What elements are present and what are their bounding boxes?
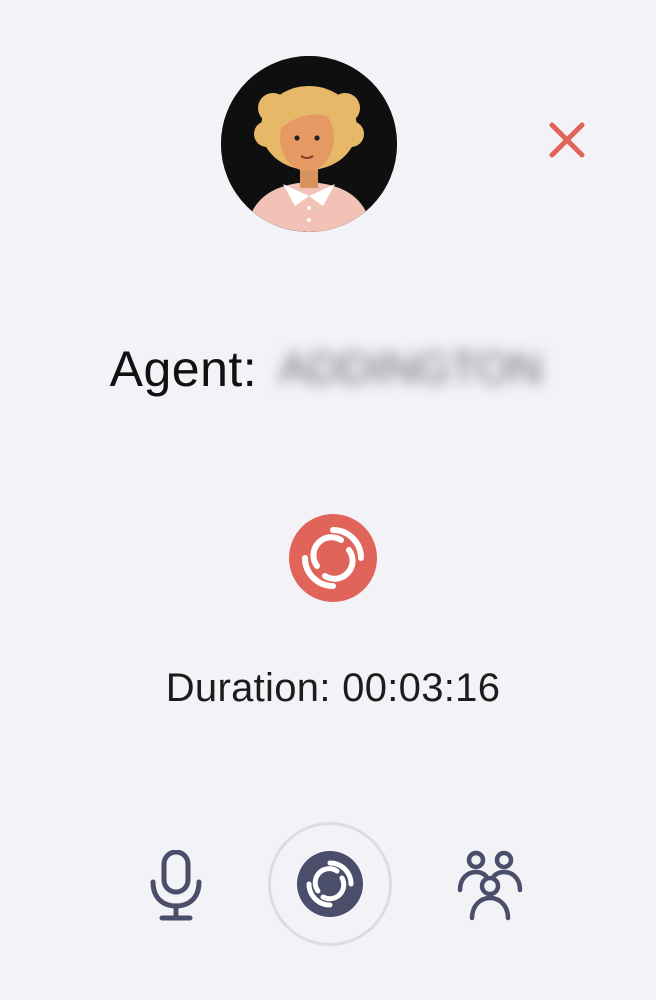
close-button[interactable] [544,117,590,163]
agent-info: Agent: ADDINGTON [0,338,656,400]
microphone-icon [150,850,202,921]
agent-avatar [221,56,397,232]
call-status-indicator [289,514,377,602]
close-icon [549,122,585,158]
person-avatar-icon [221,56,397,232]
mute-button[interactable] [146,850,206,922]
call-in-progress-icon [289,514,377,602]
participants-button[interactable] [454,850,526,922]
call-duration: Duration: 00:03:16 [165,666,501,710]
hangup-icon [297,851,363,917]
agent-name-redacted: ADDINGTON [279,344,543,393]
participants-icon [457,850,523,921]
call-screen: Agent: ADDINGTON Duration: 00:03:16 [0,0,656,1000]
agent-label: Agent: [109,341,258,397]
end-call-button[interactable] [268,822,392,946]
